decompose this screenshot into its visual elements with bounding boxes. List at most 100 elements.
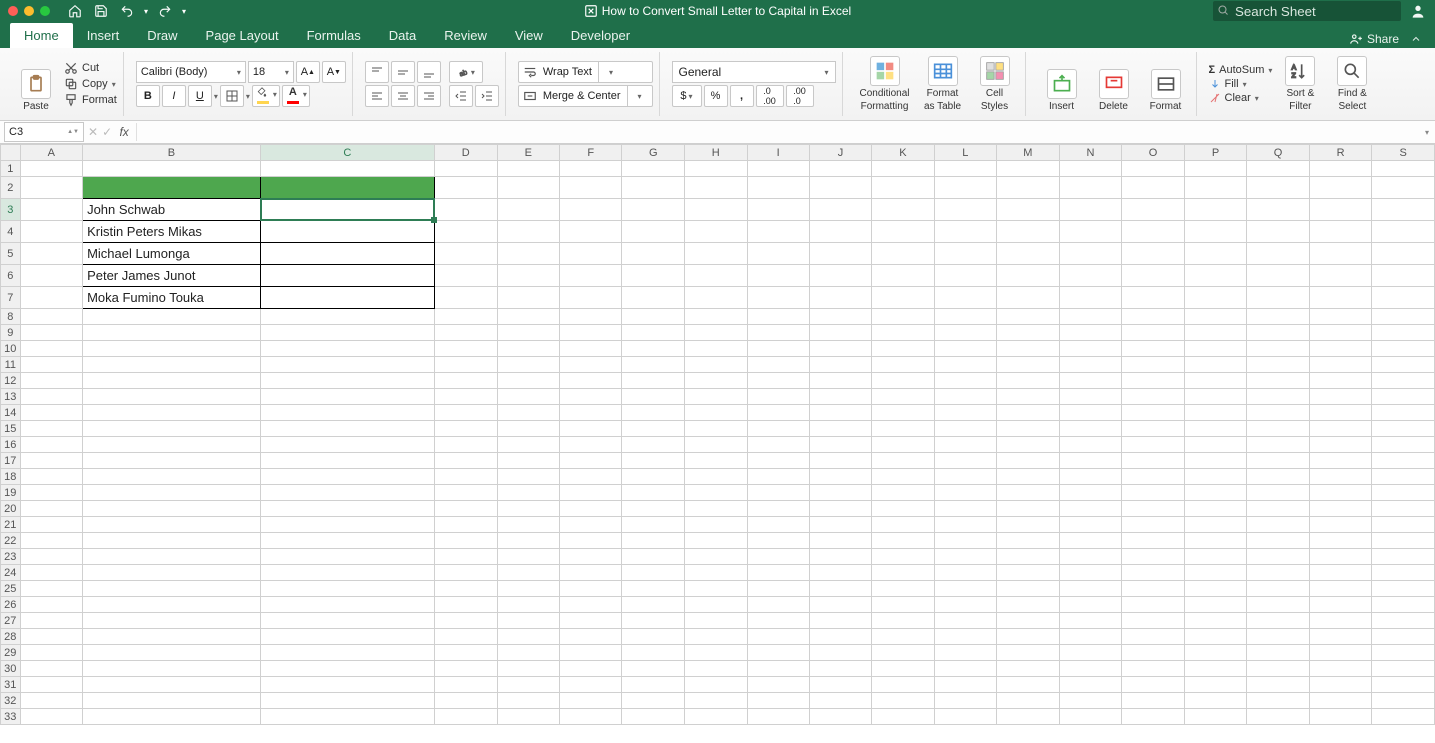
cell-H31[interactable] xyxy=(685,677,748,693)
cell-C26[interactable] xyxy=(260,597,434,613)
cell-O29[interactable] xyxy=(1122,645,1185,661)
cut-button[interactable]: Cut xyxy=(64,61,117,75)
cell-A14[interactable] xyxy=(20,405,82,421)
cell-P23[interactable] xyxy=(1184,549,1246,565)
spreadsheet-grid[interactable]: ABCDEFGHIJKLMNOPQRS123John Schwab4Kristi… xyxy=(0,144,1435,743)
tab-formulas[interactable]: Formulas xyxy=(293,23,375,48)
cell-M4[interactable] xyxy=(997,221,1060,243)
cell-L31[interactable] xyxy=(934,677,996,693)
cell-N9[interactable] xyxy=(1059,325,1122,341)
cell-N22[interactable] xyxy=(1059,533,1122,549)
cell-P15[interactable] xyxy=(1184,421,1246,437)
row-header-17[interactable]: 17 xyxy=(1,453,21,469)
cell-I29[interactable] xyxy=(747,645,809,661)
cell-J7[interactable] xyxy=(809,287,871,309)
cell-G23[interactable] xyxy=(622,549,685,565)
cell-C20[interactable] xyxy=(260,501,434,517)
row-header-9[interactable]: 9 xyxy=(1,325,21,341)
cell-K4[interactable] xyxy=(872,221,934,243)
cell-J28[interactable] xyxy=(809,629,871,645)
cell-L10[interactable] xyxy=(934,341,996,357)
cell-Q11[interactable] xyxy=(1247,357,1310,373)
cell-M16[interactable] xyxy=(997,437,1060,453)
format-cells-button[interactable]: Format xyxy=(1142,56,1190,112)
cell-B14[interactable] xyxy=(83,405,261,421)
insert-cells-button[interactable]: Insert xyxy=(1038,56,1086,112)
cell-L16[interactable] xyxy=(934,437,996,453)
cell-R6[interactable] xyxy=(1309,265,1372,287)
cell-J1[interactable] xyxy=(809,161,871,177)
cell-S6[interactable] xyxy=(1372,265,1435,287)
cell-O27[interactable] xyxy=(1122,613,1185,629)
enter-formula-icon[interactable]: ✓ xyxy=(102,125,112,139)
cell-F25[interactable] xyxy=(559,581,621,597)
cell-M2[interactable] xyxy=(997,177,1060,199)
format-painter-button[interactable]: Format xyxy=(64,93,117,107)
cell-J2[interactable] xyxy=(809,177,871,199)
tab-draw[interactable]: Draw xyxy=(133,23,191,48)
row-header-2[interactable]: 2 xyxy=(1,177,21,199)
row-header-1[interactable]: 1 xyxy=(1,161,21,177)
cell-G2[interactable] xyxy=(622,177,685,199)
cell-M22[interactable] xyxy=(997,533,1060,549)
cell-Q24[interactable] xyxy=(1247,565,1310,581)
cell-C32[interactable] xyxy=(260,693,434,709)
row-header-31[interactable]: 31 xyxy=(1,677,21,693)
cell-O10[interactable] xyxy=(1122,341,1185,357)
cell-A27[interactable] xyxy=(20,613,82,629)
cell-D26[interactable] xyxy=(434,597,497,613)
column-header-O[interactable]: O xyxy=(1122,145,1185,161)
cell-O16[interactable] xyxy=(1122,437,1185,453)
cell-D17[interactable] xyxy=(434,453,497,469)
cell-N25[interactable] xyxy=(1059,581,1122,597)
cell-F20[interactable] xyxy=(559,501,621,517)
cell-S15[interactable] xyxy=(1372,421,1435,437)
cell-I11[interactable] xyxy=(747,357,809,373)
cell-S7[interactable] xyxy=(1372,287,1435,309)
cell-O6[interactable] xyxy=(1122,265,1185,287)
cell-N7[interactable] xyxy=(1059,287,1122,309)
cell-H19[interactable] xyxy=(685,485,748,501)
cell-D2[interactable] xyxy=(434,177,497,199)
cell-P14[interactable] xyxy=(1184,405,1246,421)
cell-S27[interactable] xyxy=(1372,613,1435,629)
cell-R17[interactable] xyxy=(1309,453,1372,469)
cell-F12[interactable] xyxy=(559,373,621,389)
cell-M8[interactable] xyxy=(997,309,1060,325)
cell-S18[interactable] xyxy=(1372,469,1435,485)
cell-F4[interactable] xyxy=(559,221,621,243)
cell-I13[interactable] xyxy=(747,389,809,405)
cell-A21[interactable] xyxy=(20,517,82,533)
cell-G6[interactable] xyxy=(622,265,685,287)
cell-P2[interactable] xyxy=(1184,177,1246,199)
cell-I31[interactable] xyxy=(747,677,809,693)
row-header-24[interactable]: 24 xyxy=(1,565,21,581)
cell-S30[interactable] xyxy=(1372,661,1435,677)
cell-A2[interactable] xyxy=(20,177,82,199)
cell-E19[interactable] xyxy=(497,485,559,501)
cell-B16[interactable] xyxy=(83,437,261,453)
cell-L17[interactable] xyxy=(934,453,996,469)
cell-L13[interactable] xyxy=(934,389,996,405)
cell-L33[interactable] xyxy=(934,709,996,725)
cell-S16[interactable] xyxy=(1372,437,1435,453)
cell-F32[interactable] xyxy=(559,693,621,709)
cell-P5[interactable] xyxy=(1184,243,1246,265)
cell-C16[interactable] xyxy=(260,437,434,453)
cell-B29[interactable] xyxy=(83,645,261,661)
cell-H2[interactable] xyxy=(685,177,748,199)
cell-K13[interactable] xyxy=(872,389,934,405)
cell-G32[interactable] xyxy=(622,693,685,709)
decrease-font-size-button[interactable]: A▼ xyxy=(322,61,346,83)
cell-B13[interactable] xyxy=(83,389,261,405)
cell-E33[interactable] xyxy=(497,709,559,725)
cell-A18[interactable] xyxy=(20,469,82,485)
cell-R18[interactable] xyxy=(1309,469,1372,485)
cell-R16[interactable] xyxy=(1309,437,1372,453)
cell-Q31[interactable] xyxy=(1247,677,1310,693)
home-icon[interactable] xyxy=(66,2,84,20)
cell-J11[interactable] xyxy=(809,357,871,373)
align-right-button[interactable] xyxy=(417,85,441,107)
cell-N14[interactable] xyxy=(1059,405,1122,421)
cell-L6[interactable] xyxy=(934,265,996,287)
